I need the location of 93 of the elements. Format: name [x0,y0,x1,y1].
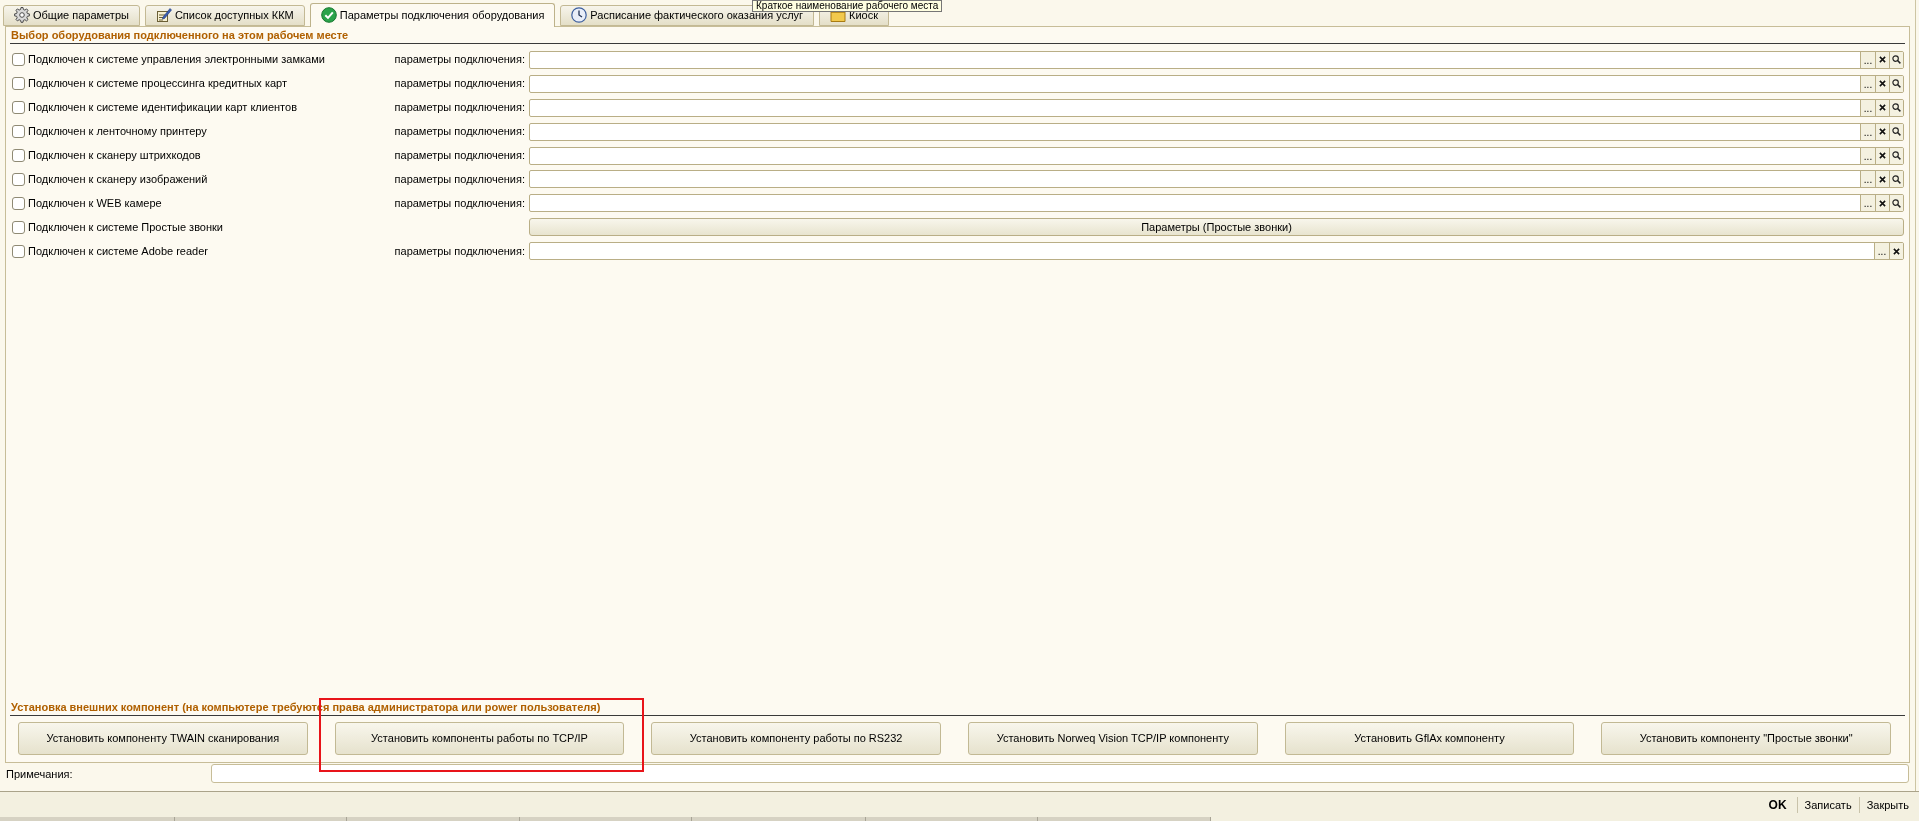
notepad-pen-icon [155,7,172,23]
input-field[interactable]: ... [529,170,1904,189]
input-field[interactable]: ... [529,122,1904,141]
tab[interactable]: Общие параметры [3,5,140,26]
clear-button[interactable] [1875,75,1889,92]
clear-icon [1879,152,1886,159]
search-button[interactable] [1889,195,1903,212]
search-button[interactable] [1889,51,1903,68]
component-button[interactable]: Установить GflAx компоненту [1284,722,1575,755]
clear-button[interactable] [1875,171,1889,188]
search-icon [1892,151,1901,160]
clear-button[interactable] [1889,243,1903,260]
clear-icon [1879,56,1886,64]
checkbox[interactable] [12,149,25,162]
checkbox[interactable] [12,53,25,67]
clear-button[interactable] [1875,195,1889,212]
select-button[interactable]: ... [1860,51,1875,68]
clear-button[interactable] [1875,99,1889,116]
section-title: Выбор оборудования подключенного на этом рабочем месте [10,27,1905,44]
field-label: параметры подключения: [393,244,525,258]
checkbox-label: Подключен к системе процессинга кредитных карт [28,77,288,91]
clear-icon [1879,128,1886,136]
field-label: параметры подключения: [393,125,525,139]
select-button[interactable]: ... [1874,243,1889,260]
input-field[interactable]: ... [529,146,1904,165]
component-button[interactable]: Установить компоненту TWAIN сканирования [18,722,308,755]
clear-icon [1879,175,1886,183]
clear-icon [1879,80,1886,88]
search-button[interactable] [1889,75,1903,92]
select-button[interactable]: ... [1860,75,1875,92]
checkbox[interactable] [12,101,25,115]
input-field[interactable] [211,764,1909,783]
clear-button[interactable] [1875,51,1889,68]
clear-icon [1879,104,1886,112]
input-field[interactable]: ... [529,98,1904,117]
input-field[interactable]: ... [529,74,1904,93]
check-circle-icon [320,7,337,23]
tooltip: Краткое наименование рабочего места [752,0,943,12]
component-button[interactable]: Установить компоненту работы по RS232 [651,722,941,755]
select-button[interactable]: ... [1860,147,1875,164]
checkbox-label: Подключен к системе Простые звонки [28,220,224,234]
search-button[interactable] [1889,99,1903,116]
search-button[interactable] [1889,123,1903,140]
checkbox[interactable] [12,244,25,258]
checkbox[interactable] [12,125,25,139]
gear-icon [14,7,30,23]
checkbox-label: Подключен к системе Adobe reader [28,244,209,258]
parameters-button[interactable]: Параметры (Простые звонки) [529,218,1904,237]
checkbox-label: Подключен к сканеру штрихкодов [28,149,202,162]
clear-button[interactable] [1875,147,1889,164]
field-label: параметры подключения: [393,172,525,186]
field-label: параметры подключения: [393,77,525,91]
checkbox[interactable] [12,172,25,186]
search-icon [1892,79,1901,89]
search-icon [1892,127,1901,137]
tab[interactable]: Параметры подключения оборудования [309,3,556,27]
search-icon [1892,103,1901,113]
search-button[interactable] [1889,147,1903,164]
checkbox-label: Подключен к сканеру изображений [28,172,209,186]
clear-button[interactable] [1875,123,1889,140]
notes-label: Примечания: [5,767,74,781]
field-label: параметры подключения: [393,149,525,162]
search-icon [1892,198,1901,208]
input-field[interactable]: ... [529,242,1904,261]
field-label: параметры подключения: [393,53,525,67]
select-button[interactable]: ... [1860,99,1875,116]
checkbox-label: Подключен к ленточному принтеру [28,125,208,139]
field-label: параметры подключения: [393,101,525,115]
footer-button[interactable]: Закрыть [1858,796,1916,813]
checkbox[interactable] [12,77,25,91]
search-icon [1892,55,1901,65]
component-button[interactable]: Установить Norweq Vision TCP/IP компоненту [968,722,1258,755]
field-label: параметры подключения: [393,196,525,210]
clear-icon [1893,247,1900,255]
footer-button[interactable]: Записать [1796,796,1859,813]
checkbox[interactable] [12,220,25,234]
component-button[interactable]: Установить компоненту "Простые звонки" [1601,722,1891,755]
checkbox-label: Подключен к системе управления электронными замками [28,53,326,67]
tab[interactable]: Список доступных ККМ [144,5,305,26]
clock-icon [571,7,588,23]
footer-button[interactable]: OK [1761,796,1794,813]
input-field[interactable]: ... [529,50,1904,69]
search-button[interactable] [1889,171,1903,188]
checkbox[interactable] [12,196,25,210]
input-field[interactable]: ... [529,194,1904,213]
select-button[interactable]: ... [1860,123,1875,140]
clear-icon [1879,199,1886,207]
component-button[interactable]: Установить компоненты работы по TCP/IP [334,722,625,755]
select-button[interactable]: ... [1860,171,1875,188]
select-button[interactable]: ... [1860,195,1875,212]
checkbox-label: Подключен к системе идентификации карт клиентов [28,101,298,115]
checkbox-label: Подключен к WEB камере [28,196,163,210]
search-icon [1892,174,1901,184]
